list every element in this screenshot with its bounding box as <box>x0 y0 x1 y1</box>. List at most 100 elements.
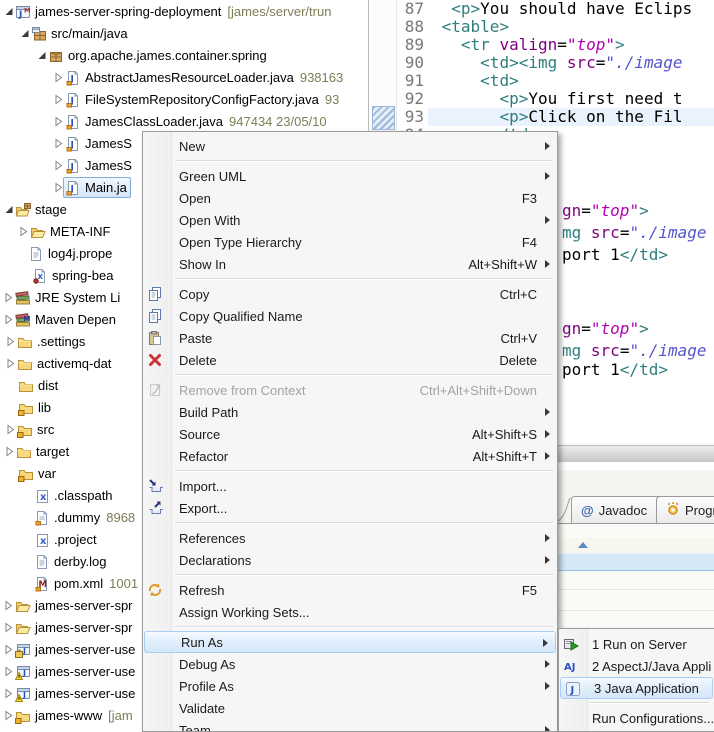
context-menu-item-remove-from-context[interactable]: Remove from ContextCtrl+Alt+Shift+Down <box>143 379 557 401</box>
tree-item-src-main-java[interactable]: src/main/java <box>0 22 368 44</box>
code-line-fragment: mg src="./image <box>562 342 707 360</box>
export-icon <box>147 500 163 516</box>
context-menu-item-run-as[interactable]: Run As <box>144 631 556 653</box>
folder-icon <box>18 378 34 394</box>
code-line: <td> <box>432 72 519 90</box>
tree-item-label: .project <box>54 532 97 547</box>
menu-item-label: Profile As <box>179 679 234 694</box>
tree-item-content: src/main/java <box>29 23 132 44</box>
context-menu-item-validate[interactable]: Validate <box>143 697 557 719</box>
context-menu-item-copy-qualified-name[interactable]: Copy Qualified Name <box>143 305 557 327</box>
tree-item-content: dist <box>16 375 62 396</box>
folder-icon <box>16 444 32 460</box>
context-menu-item-refactor[interactable]: RefactorAlt+Shift+T <box>143 445 557 467</box>
context-menu-item-import[interactable]: Import... <box>143 475 557 497</box>
code-token: <tr <box>461 35 500 54</box>
tree-item-decorator: 8968 <box>106 510 135 525</box>
menu-item-label: New <box>179 139 205 154</box>
aj-icon: AJ <box>563 658 579 674</box>
tree-item-org-apache-james-container-spring[interactable]: org.apache.james.container.spring <box>0 44 368 66</box>
code-line-fragment: gn="top"> <box>562 202 649 220</box>
folderq-icon <box>18 466 34 482</box>
code-token: mg <box>562 223 591 242</box>
code-token <box>432 53 480 72</box>
svg-text:x: x <box>40 536 47 547</box>
code-line: <tr valign="top"> <box>432 36 625 54</box>
submenu-item-1-run-on-server[interactable]: 1 Run on Server <box>559 633 714 655</box>
view-tab-progre[interactable]: Progre <box>656 496 714 523</box>
tree-item-label: JRE System Li <box>35 290 120 305</box>
menu-item-label: Paste <box>179 331 212 346</box>
svg-text:J: J <box>22 668 26 677</box>
tree-item-filesystemrepositoryconfigfactory-java[interactable]: JFileSystemRepositoryConfigFactory.java9… <box>0 88 368 110</box>
code-line-fragment: mg src="./image <box>562 224 707 242</box>
menu-item-label: Team <box>179 723 211 732</box>
tree-item-label: src/main/java <box>51 26 128 41</box>
tree-item-label: .classpath <box>54 488 113 503</box>
progress-icon <box>666 501 680 519</box>
tree-item-content: .settings <box>15 331 89 352</box>
tree-item-content: META-INF <box>28 221 114 242</box>
folder-icon <box>17 356 33 372</box>
context-menu-item-declarations[interactable]: Declarations <box>143 549 557 571</box>
context-menu-separator <box>143 519 557 527</box>
context-menu-item-references[interactable]: References <box>143 527 557 549</box>
submenu-item-2-aspectj-java-appli[interactable]: AJ2 AspectJ/Java Appli <box>559 655 714 677</box>
tree-item-jamesclassloader-java[interactable]: JJamesClassLoader.java947434 23/05/10 <box>0 110 368 132</box>
code-token <box>432 89 499 108</box>
xfile-icon: x <box>34 488 50 504</box>
context-menu-item-debug-as[interactable]: Debug As <box>143 653 557 675</box>
context-menu-item-delete[interactable]: DeleteDelete <box>143 349 557 371</box>
context-menu-item-copy[interactable]: Copy Ctrl+C <box>143 283 557 305</box>
openfolder-icon <box>15 598 31 614</box>
tree-item-abstractjamesresourceloader-java[interactable]: JAbstractJamesResourceLoader.java938163 <box>0 66 368 88</box>
submenu-item-run-configurations[interactable]: Run Configurations... <box>559 707 714 729</box>
code-token: Click on the Fil <box>528 107 682 126</box>
folderq-icon <box>18 400 34 416</box>
tree-item-label: FileSystemRepositoryConfigFactory.java <box>85 92 319 107</box>
context-menu-item-source[interactable]: SourceAlt+Shift+S <box>143 423 557 445</box>
folderq-icon <box>15 708 31 724</box>
context-menu-item-green-uml[interactable]: Green UML <box>143 165 557 187</box>
context-menu-item-paste[interactable]: PasteCtrl+V <box>143 327 557 349</box>
folderq-icon <box>17 422 33 438</box>
stagefolder-icon <box>15 202 31 218</box>
line-number: 89 <box>396 36 424 54</box>
code-token <box>432 0 451 18</box>
context-menu-separator <box>143 157 557 165</box>
code-token: "top" <box>567 35 615 54</box>
context-menu-item-profile-as[interactable]: Profile As <box>143 675 557 697</box>
menu-item-label: Refresh <box>179 583 225 598</box>
tree-item-james-server-spring-deployment[interactable]: MJjames-server-spring-deployment[james/s… <box>0 0 368 22</box>
tree-item-label: .dummy <box>54 510 100 525</box>
context-menu-item-export[interactable]: Export... <box>143 497 557 519</box>
context-menu-item-build-path[interactable]: Build Path <box>143 401 557 423</box>
context-menu-item-new[interactable]: New <box>143 135 557 157</box>
openfolder-icon <box>15 620 31 636</box>
tree-item-content: JRE System Li <box>13 287 124 308</box>
context-menu-item-open[interactable]: OpenF3 <box>143 187 557 209</box>
menu-item-label: Refactor <box>179 449 228 464</box>
menu-item-accelerator: F3 <box>502 191 537 206</box>
menu-item-label: Assign Working Sets... <box>179 605 310 620</box>
context-menu-item-assign-working-sets[interactable]: Assign Working Sets... <box>143 601 557 623</box>
context-menu-item-show-in[interactable]: Show InAlt+Shift+W <box>143 253 557 275</box>
menu-item-accelerator: F4 <box>502 235 537 250</box>
code-token: valign <box>499 35 557 54</box>
view-tab-label: Progre <box>685 503 714 518</box>
menu-item-label: Copy <box>179 287 209 302</box>
context-menu-separator <box>143 623 557 631</box>
context-menu-item-refresh[interactable]: RefreshF5 <box>143 579 557 601</box>
submenu-item-3-java-application[interactable]: J3 Java Application <box>560 677 713 699</box>
context-menu-item-open-type-hierarchy[interactable]: Open Type HierarchyF4 <box>143 231 557 253</box>
context-menu-item-open-with[interactable]: Open With <box>143 209 557 231</box>
code-token: </td> <box>620 360 668 379</box>
svg-text:J: J <box>570 685 575 696</box>
jfile-icon: J <box>65 136 81 152</box>
code-line: <p>You should have Eclips <box>432 0 692 18</box>
menu-item-label: Show In <box>179 257 226 272</box>
menu-item-label: 1 Run on Server <box>592 637 687 652</box>
folder-icon <box>17 334 33 350</box>
context-menu-item-team[interactable]: Team <box>143 719 557 732</box>
menu-item-accelerator: Ctrl+C <box>480 287 537 302</box>
